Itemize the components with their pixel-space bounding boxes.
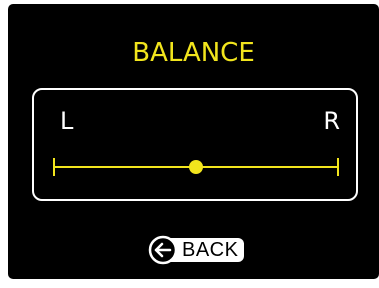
- screen-title: BALANCE: [132, 38, 255, 68]
- balance-screen: BALANCE L R BACK: [8, 4, 379, 279]
- slider-thumb[interactable]: [189, 160, 203, 174]
- balance-panel: L R: [32, 88, 358, 201]
- arrow-left-circle-icon: [148, 235, 178, 265]
- balance-slider[interactable]: [34, 90, 356, 199]
- back-button[interactable]: BACK: [148, 235, 245, 265]
